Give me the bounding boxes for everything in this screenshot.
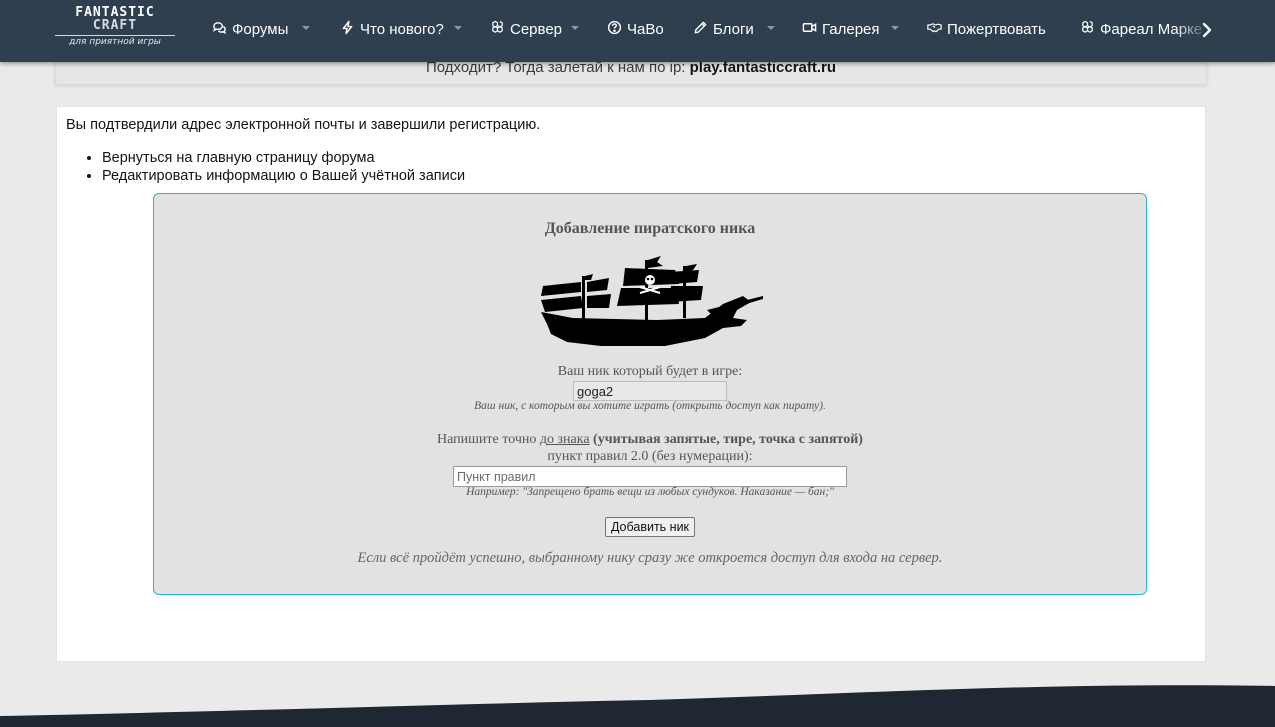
nav-scroll-right-button[interactable] — [1196, 19, 1218, 41]
nav-item-faq-label: ЧаВо — [627, 20, 664, 38]
rule-label: Напишите точно до знака (учитывая запяты… — [154, 432, 1146, 448]
main-content-block: Вы подтвердили адрес электронной почты и… — [56, 106, 1206, 662]
nav-item-donate-label: Пожертвовать — [947, 20, 1046, 38]
nav-item-forums-label: Форумы — [232, 20, 289, 38]
add-nick-button[interactable]: Добавить ник — [605, 517, 695, 537]
post-registration-links: Вернуться на главную страницу форума Ред… — [102, 149, 465, 185]
nav-item-gallery-label: Галерея — [822, 20, 880, 38]
rule-label-bold: (учитывая запятые, тире, точка с запятой… — [589, 432, 863, 447]
chevron-down-icon[interactable] — [301, 24, 311, 32]
nick-hint: Ваш ник, с которым вы хотите играть (отк… — [474, 400, 826, 412]
nav-item-whats-new[interactable]: Что нового? — [340, 18, 444, 40]
chevron-right-icon — [1202, 22, 1212, 38]
nav-item-donate[interactable]: Пожертвовать — [927, 18, 1046, 40]
bolt-icon — [340, 20, 360, 39]
rule-label-underlined: о знака — [547, 432, 590, 447]
rule-label-prefix: Напишите точно д — [437, 432, 547, 447]
nav-menu: Форумы Что нового? Сервер ЧаВо Блоги Гал… — [0, 0, 1275, 58]
chevron-down-icon[interactable] — [570, 24, 580, 32]
nav-item-server-label: Сервер — [510, 20, 563, 38]
link-forum-home[interactable]: Вернуться на главную страницу форума — [102, 149, 465, 167]
nav-item-blogs-label: Блоги — [713, 20, 754, 38]
nick-input[interactable] — [573, 381, 727, 401]
cubes-icon — [1080, 20, 1100, 39]
nav-item-forums[interactable]: Форумы — [212, 18, 288, 40]
cubes-icon — [490, 20, 510, 39]
success-note: Если всё пройдёт успешно, выбранному ник… — [357, 550, 943, 566]
pirate-nick-form: Добавление пиратского ника Ваш ник котор… — [153, 193, 1147, 595]
nick-label: Ваш ник который будет в игре: — [557, 364, 743, 379]
registration-confirmation-text: Вы подтвердили адрес электронной почты и… — [66, 117, 541, 133]
rule-label-line2: пункт правил 2.0 (без нумерации): — [547, 449, 753, 464]
comments-icon — [212, 20, 232, 39]
handshake-icon — [927, 20, 947, 39]
nav-item-blogs[interactable]: Блоги — [693, 18, 754, 40]
chevron-down-icon[interactable] — [890, 24, 900, 32]
nav-item-faq[interactable]: ЧаВо — [607, 18, 664, 40]
pirate-form-title: Добавление пиратского ника — [544, 220, 756, 237]
link-edit-account[interactable]: Редактировать информацию о Вашей учётной… — [102, 167, 465, 185]
nav-item-whats-new-label: Что нового? — [360, 20, 444, 38]
rule-input[interactable] — [453, 466, 847, 487]
pencil-icon — [693, 20, 713, 39]
chevron-down-icon[interactable] — [766, 24, 776, 32]
footer-wave — [0, 685, 1275, 727]
pirate-ship-icon — [541, 256, 763, 346]
question-circle-icon — [607, 20, 627, 39]
nav-item-server[interactable]: Сервер — [490, 18, 562, 40]
top-navigation: FANTASTIC CRAFT для приятной игры Форумы… — [0, 0, 1275, 62]
nav-item-gallery[interactable]: Галерея — [802, 18, 880, 40]
chevron-down-icon[interactable] — [453, 24, 463, 32]
rule-hint: Например: "Запрещено брать вещи из любых… — [466, 486, 834, 498]
video-icon — [802, 20, 822, 39]
